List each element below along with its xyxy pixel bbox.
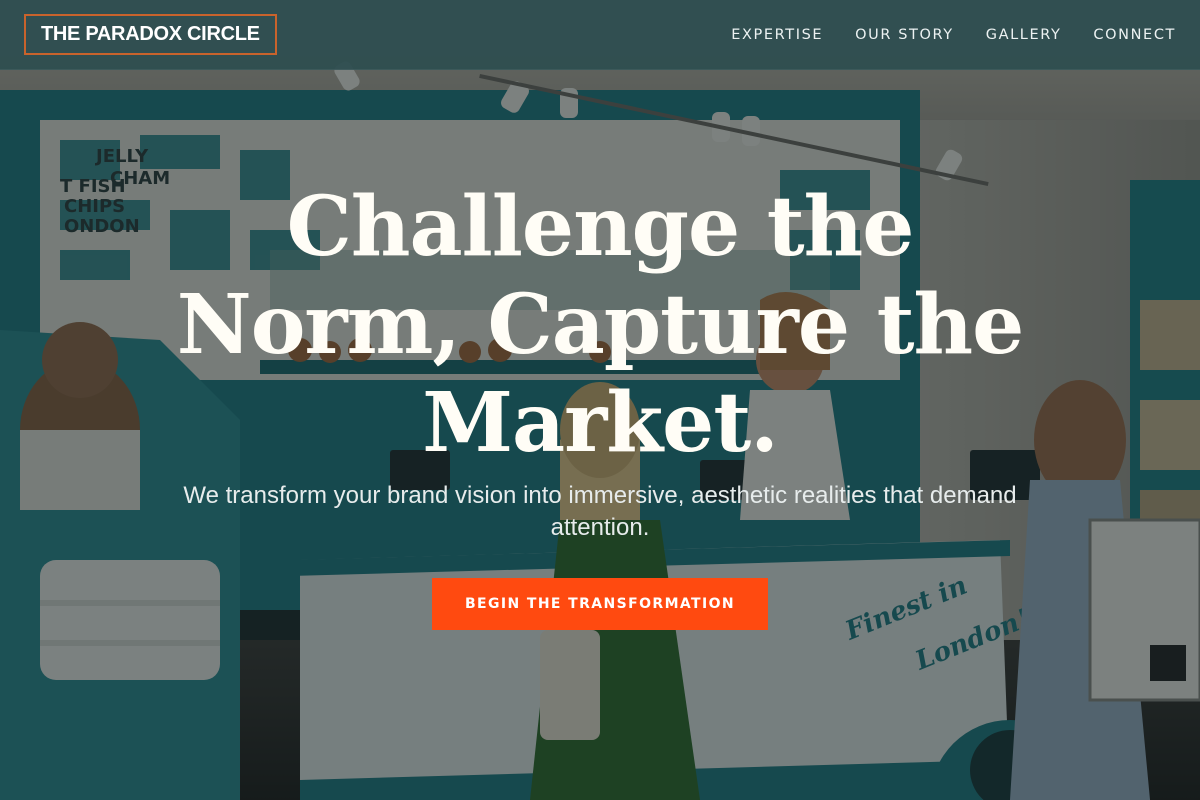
hero-subtitle: We transform your brand vision into imme…: [183, 482, 1017, 541]
brand-logo[interactable]: THE PARADOX CIRCLE: [24, 14, 277, 55]
nav-item-connect[interactable]: CONNECT: [1093, 27, 1176, 43]
nav-item-our-story[interactable]: OUR STORY: [855, 27, 954, 43]
landing-page: JELLY CHAM T FISH CHIPS ONDON: [0, 0, 1200, 800]
nav-item-expertise[interactable]: EXPERTISE: [731, 27, 823, 43]
site-header: THE PARADOX CIRCLE EXPERTISE OUR STORY G…: [0, 0, 1200, 70]
main-nav: EXPERTISE OUR STORY GALLERY CONNECT: [731, 27, 1176, 43]
hero-section: Challenge the Norm, Capture the Market. …: [0, 70, 1200, 800]
nav-item-gallery[interactable]: GALLERY: [986, 27, 1062, 43]
begin-transformation-button[interactable]: BEGIN THE TRANSFORMATION: [432, 578, 768, 630]
hero-title: Challenge the Norm, Capture the Market.: [176, 179, 1025, 471]
